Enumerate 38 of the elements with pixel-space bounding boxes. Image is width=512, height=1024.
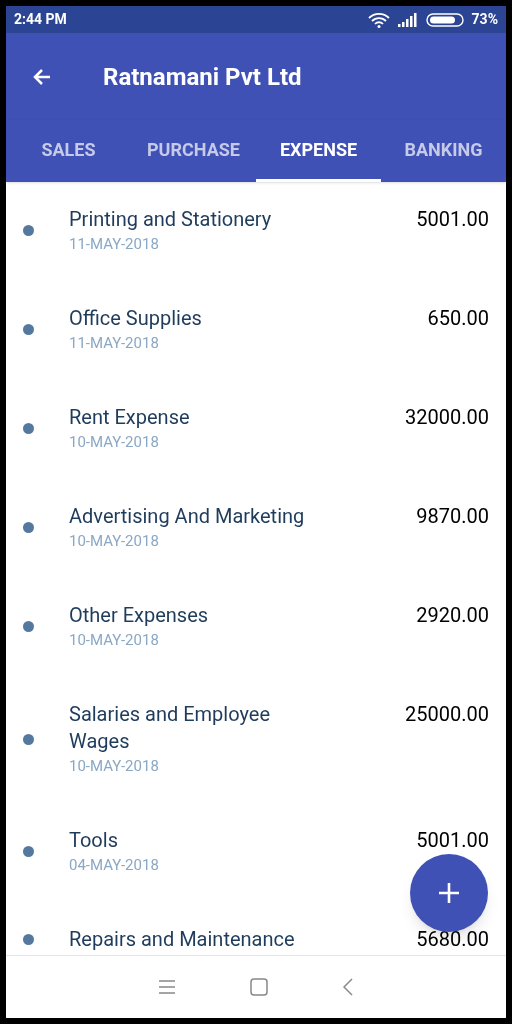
app-title: Ratnamani Pvt Ltd (103, 61, 302, 93)
expense-amount: 25000.00 (405, 701, 489, 728)
expense-date: 10-MAY-2018 (69, 756, 160, 777)
menu-icon[interactable] (159, 980, 175, 994)
battery-level: 73% (471, 10, 498, 29)
tab[interactable]: SALES (6, 120, 131, 182)
expense-amount: 5680.00 (416, 926, 489, 953)
expense-date: 04-MAY-2018 (69, 855, 160, 876)
tab[interactable]: EXPENSE (256, 120, 381, 182)
tab[interactable]: PURCHASE (131, 120, 256, 182)
expense-date: 11-MAY-2018 (69, 234, 160, 255)
add-button[interactable] (410, 854, 488, 932)
expense-date: 10-MAY-2018 (69, 432, 160, 453)
expense-name: Other Expenses (69, 602, 210, 629)
back-chevron-icon[interactable] (343, 978, 353, 996)
expense-name: Advertising And Marketing (69, 503, 306, 530)
expense-amount: 5001.00 (416, 206, 489, 233)
expense-date: 11-MAY-2018 (69, 333, 160, 354)
expense-date: 10-MAY-2018 (69, 531, 160, 552)
expense-name: Rent Expense (69, 404, 191, 431)
plus-icon (439, 883, 459, 903)
tab[interactable]: BANKING (381, 120, 506, 182)
expense-name: Repairs and Maintenance (69, 926, 296, 953)
expense-amount: 5001.00 (416, 827, 489, 854)
expense-date: 10-MAY-2018 (69, 630, 160, 651)
expense-name: Office Supplies (69, 305, 203, 332)
status-time: 2:44 PM (14, 10, 67, 29)
battery-icon (425, 12, 464, 27)
expense-amount: 32000.00 (405, 404, 489, 431)
expense-name: Tools (69, 827, 119, 854)
home-square-icon[interactable] (250, 978, 268, 996)
expense-amount: 2920.00 (416, 602, 489, 629)
expense-name: Salaries and Employee Wages (69, 701, 271, 755)
expense-amount: 9870.00 (416, 503, 489, 530)
expense-name: Printing and Stationery (69, 206, 273, 233)
expense-amount: 650.00 (427, 305, 489, 332)
signal-icon (397, 12, 418, 27)
wifi-icon (367, 11, 390, 28)
